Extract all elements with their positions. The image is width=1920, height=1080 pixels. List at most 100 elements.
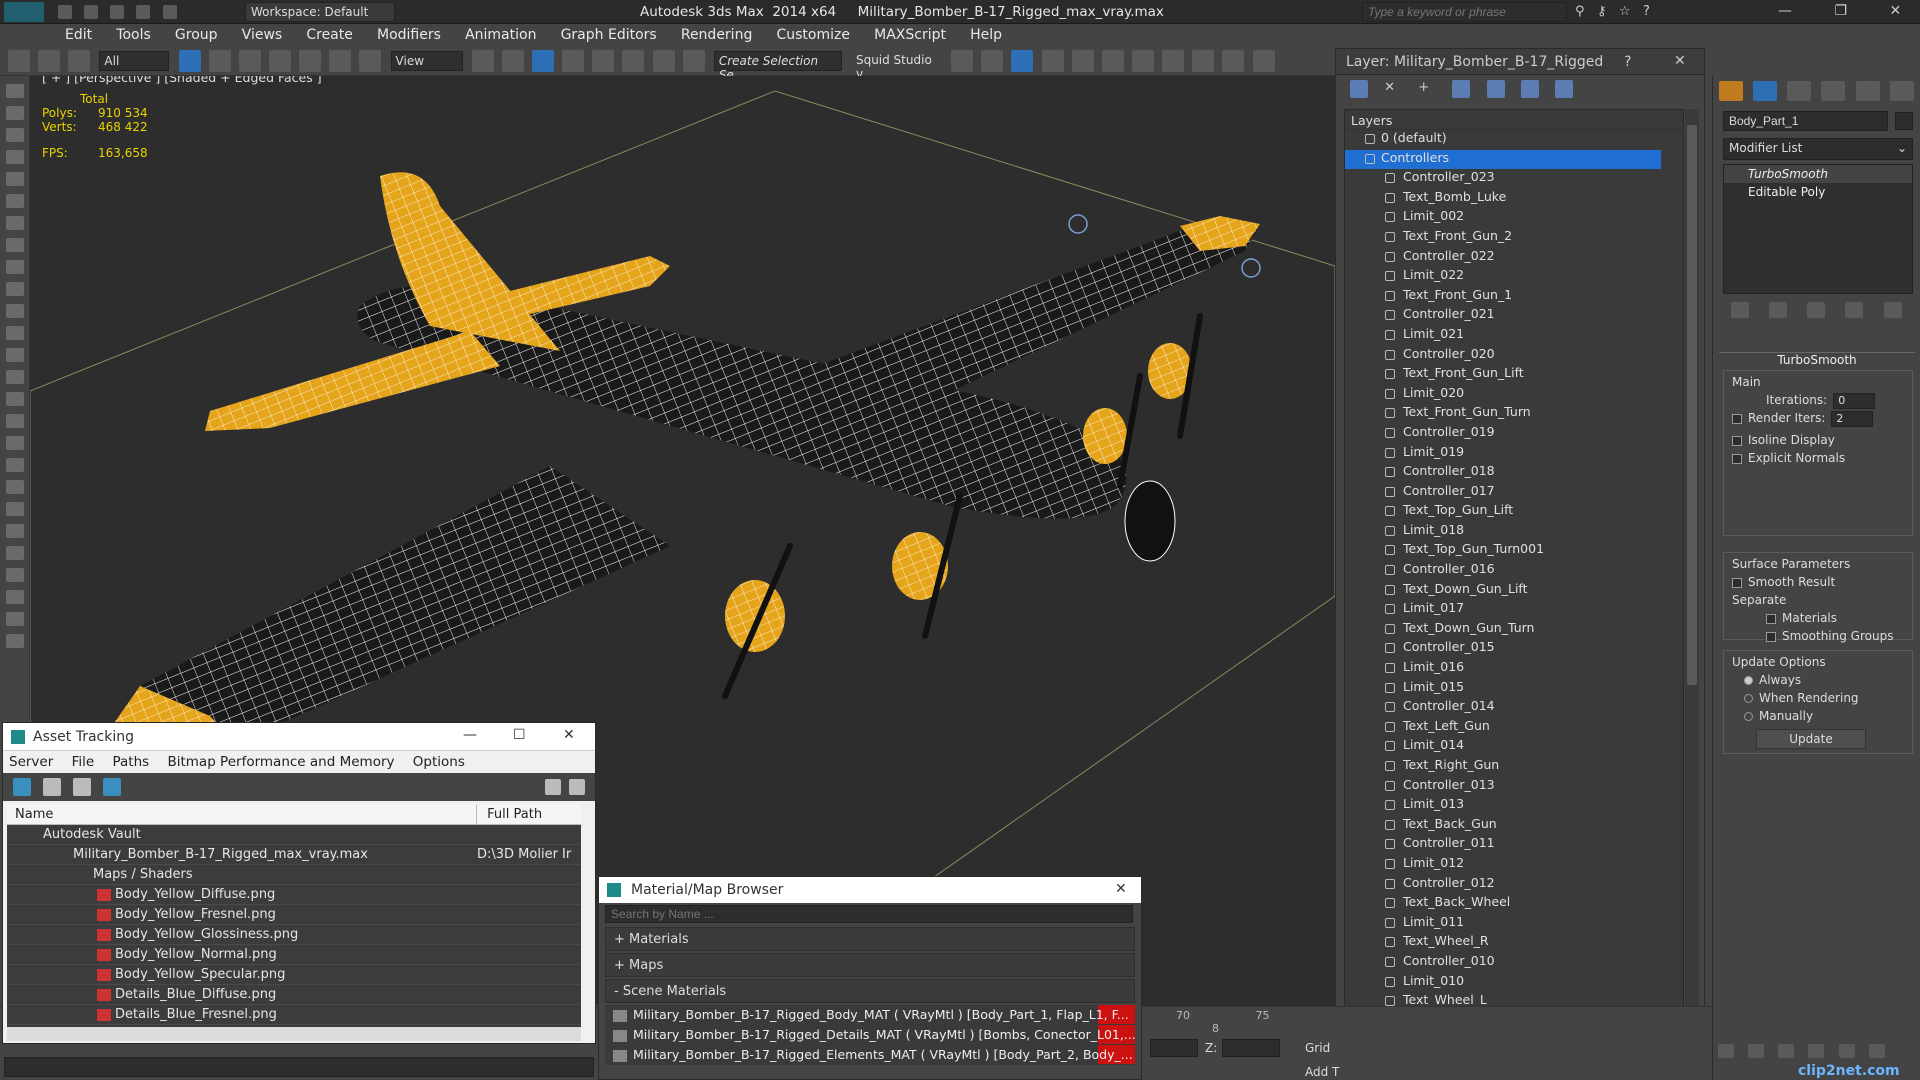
select-object-icon[interactable] xyxy=(178,50,201,72)
percent-snap-icon[interactable] xyxy=(622,50,645,72)
rendered-frame-window-icon[interactable] xyxy=(1192,50,1215,72)
schematic-view-icon[interactable] xyxy=(1101,50,1124,72)
menu-customize[interactable]: Customize xyxy=(766,24,860,46)
menu-tools[interactable]: Tools xyxy=(106,24,161,46)
maps-section[interactable]: + Maps xyxy=(605,953,1135,977)
motion-tab-icon[interactable] xyxy=(1821,81,1846,101)
layer-item[interactable]: Text_Back_Gun xyxy=(1345,816,1683,836)
help-icon[interactable] xyxy=(545,779,561,795)
asset-row-map[interactable]: Details_Blue_Diffuse.png xyxy=(7,985,581,1005)
close-icon[interactable]: ✕ xyxy=(1115,881,1127,897)
object-color-swatch[interactable] xyxy=(1895,112,1913,130)
refresh-icon[interactable] xyxy=(13,778,31,796)
modify-tab-icon[interactable] xyxy=(1753,81,1778,101)
link-icon[interactable] xyxy=(8,50,30,72)
layer-item[interactable]: Limit_014 xyxy=(1345,737,1683,757)
mirror-icon[interactable] xyxy=(951,50,974,72)
star-icon[interactable]: ☆ xyxy=(1619,4,1631,19)
layer-item[interactable]: Controller_012 xyxy=(1345,875,1683,895)
zoom-icon[interactable] xyxy=(1838,1044,1855,1058)
layer-item[interactable]: Limit_018 xyxy=(1345,522,1683,542)
menu-paths[interactable]: Paths xyxy=(112,754,149,770)
search-input[interactable] xyxy=(1362,2,1567,22)
render-teapot-icon[interactable] xyxy=(1252,50,1275,72)
z-coordinate-field[interactable] xyxy=(1222,1039,1280,1057)
reference-coordinate-dropdown[interactable]: View xyxy=(390,51,463,71)
asset-row-vault[interactable]: Autodesk Vault xyxy=(7,825,581,845)
menu-options[interactable]: Options xyxy=(413,754,465,770)
align-icon[interactable] xyxy=(981,50,1004,72)
tool-icon[interactable] xyxy=(6,458,24,472)
table-view-icon[interactable] xyxy=(103,778,122,796)
viewport-label[interactable]: [ + ] [Perspective ] [Shaded + Edged Fac… xyxy=(42,76,322,85)
hierarchy-tab-icon[interactable] xyxy=(1787,81,1812,101)
workspace-dropdown[interactable]: Workspace: Default xyxy=(245,2,395,22)
add-to-layer-icon[interactable]: + xyxy=(1418,80,1436,98)
close-icon[interactable]: ✕ xyxy=(1889,3,1901,19)
play-icon[interactable] xyxy=(1748,1044,1765,1058)
redo-icon[interactable] xyxy=(162,5,177,19)
configure-sets-icon[interactable] xyxy=(1883,302,1902,318)
tool-icon[interactable] xyxy=(6,106,24,120)
tool-icon[interactable] xyxy=(6,84,24,98)
layer-manager-titlebar[interactable]: Layer: Military_Bomber_B-17_Rigged ? ✕ xyxy=(1336,49,1704,75)
layer-item[interactable]: Controller_014 xyxy=(1345,698,1683,718)
layer-item[interactable]: Limit_016 xyxy=(1345,659,1683,679)
layer-item[interactable]: Text_Wheel_R xyxy=(1345,933,1683,953)
layer-item[interactable]: Text_Front_Gun_1 xyxy=(1345,287,1683,307)
asset-row-file[interactable]: Military_Bomber_B-17_Rigged_max_vray.max… xyxy=(7,845,581,865)
save-icon[interactable] xyxy=(110,5,125,19)
rotate-icon[interactable] xyxy=(329,50,352,72)
tool-icon[interactable] xyxy=(6,436,24,450)
hide-all-layers-icon[interactable] xyxy=(1520,80,1539,98)
layer-item[interactable]: Controller_020 xyxy=(1345,346,1683,366)
layer-item[interactable]: Controller_018 xyxy=(1345,463,1683,483)
minimize-icon[interactable]: — xyxy=(1778,3,1792,19)
scrollbar-thumb[interactable] xyxy=(1687,125,1697,685)
layer-default[interactable]: 0 (default) xyxy=(1345,130,1683,150)
binoculars-icon[interactable]: ⚲ xyxy=(1575,4,1585,19)
layer-item[interactable]: Controller_022 xyxy=(1345,248,1683,268)
selection-filter-dropdown[interactable]: All xyxy=(99,51,170,71)
layer-item[interactable]: Text_Front_Gun_2 xyxy=(1345,228,1683,248)
bind-space-warp-icon[interactable] xyxy=(68,50,91,72)
tool-icon[interactable] xyxy=(6,326,24,340)
scene-materials-section[interactable]: - Scene Materials xyxy=(605,979,1135,1003)
previous-frame-icon[interactable] xyxy=(1718,1044,1734,1058)
menu-maxscript[interactable]: MAXScript xyxy=(864,24,956,46)
help-icon[interactable]: ? xyxy=(1624,54,1631,70)
asset-tracking-titlebar[interactable]: Asset Tracking — ☐ ✕ xyxy=(3,723,595,751)
maxscript-listener[interactable] xyxy=(4,1057,594,1077)
layer-item[interactable]: Limit_017 xyxy=(1345,600,1683,620)
tool-icon[interactable] xyxy=(6,612,24,626)
modifier-list-dropdown[interactable]: Modifier List ⌄ xyxy=(1723,138,1913,160)
selection-set-dropdown[interactable]: Create Selection Se xyxy=(713,51,842,82)
layer-item[interactable]: Limit_010 xyxy=(1345,973,1683,993)
layer-item[interactable]: Controller_011 xyxy=(1345,835,1683,855)
delete-layer-icon[interactable]: ✕ xyxy=(1384,80,1402,98)
tool-icon[interactable] xyxy=(6,414,24,428)
zoom-extents-icon[interactable] xyxy=(1868,1044,1885,1058)
tool-icon[interactable] xyxy=(6,524,24,538)
restore-icon[interactable]: ☐ xyxy=(513,727,526,743)
stack-item-turbosmooth[interactable]: TurboSmooth xyxy=(1724,165,1912,183)
tool-icon[interactable] xyxy=(6,194,24,208)
explicit-normals-checkbox[interactable] xyxy=(1732,453,1742,464)
menu-file[interactable]: File xyxy=(72,754,95,770)
undo-icon[interactable] xyxy=(136,5,151,19)
asset-row-map[interactable]: Body_Yellow_Specular.png xyxy=(7,965,581,985)
make-unique-icon[interactable] xyxy=(1807,302,1826,318)
render-production-icon[interactable] xyxy=(1222,50,1245,72)
tool-icon[interactable] xyxy=(6,216,24,230)
layer-item[interactable]: Limit_021 xyxy=(1345,326,1683,346)
layer-item[interactable]: Limit_015 xyxy=(1345,679,1683,699)
material-search-input[interactable] xyxy=(605,905,1133,923)
light-helper[interactable] xyxy=(1068,214,1088,234)
layer-item[interactable]: Limit_013 xyxy=(1345,796,1683,816)
key-icon[interactable]: ⚷ xyxy=(1597,4,1607,19)
layer-item[interactable]: Limit_002 xyxy=(1345,208,1683,228)
nose-cone[interactable] xyxy=(1124,480,1176,562)
asset-hscrollbar[interactable] xyxy=(7,1027,581,1041)
smooth-result-checkbox[interactable] xyxy=(1732,577,1742,588)
render-iters-checkbox[interactable] xyxy=(1732,413,1742,424)
